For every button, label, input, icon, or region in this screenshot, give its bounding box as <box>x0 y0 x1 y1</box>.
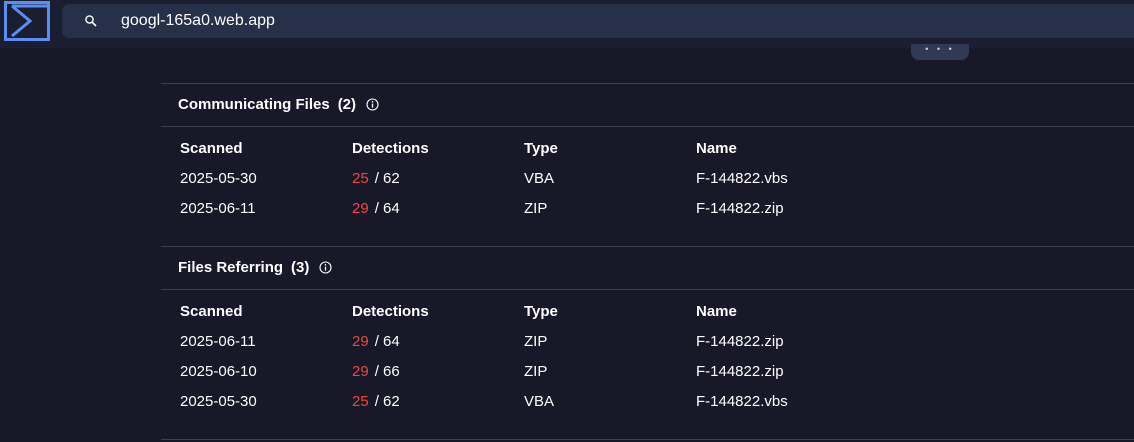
scanned-date: 2025-06-11 <box>180 199 256 217</box>
sigma-logo-icon[interactable] <box>4 1 50 41</box>
table-row[interactable]: 2025-05-30 25 / 62 VBA F-144822.vbs <box>180 386 996 416</box>
divider <box>161 126 1134 127</box>
detections: 29 / 64 <box>352 326 524 356</box>
file-type: ZIP <box>524 362 548 380</box>
column-header-scanned[interactable]: Scanned <box>180 296 352 326</box>
detections-positive: 29 <box>352 362 369 380</box>
detections-positive: 29 <box>352 199 369 217</box>
detections-positive: 25 <box>352 392 369 410</box>
column-header-type[interactable]: Type <box>524 296 696 326</box>
table-row[interactable]: 2025-06-11 29 / 64 ZIP F-144822.zip <box>180 326 996 356</box>
detections-positive: 25 <box>352 169 369 187</box>
scanned-date: 2025-05-30 <box>180 169 257 187</box>
column-header-scanned[interactable]: Scanned <box>180 133 352 163</box>
file-name-link[interactable]: F-144822.vbs <box>696 163 996 193</box>
scanned-date: 2025-06-11 <box>180 332 256 350</box>
column-header-name[interactable]: Name <box>696 133 996 163</box>
section-count: (3) <box>291 259 310 276</box>
scanned-date: 2025-05-30 <box>180 392 257 410</box>
column-header-detections[interactable]: Detections <box>352 296 524 326</box>
file-name-link[interactable]: F-144822.vbs <box>696 386 996 416</box>
column-header-detections[interactable]: Detections <box>352 133 524 163</box>
section-title-text: Communicating Files <box>178 96 330 113</box>
file-type: ZIP <box>524 199 548 217</box>
file-type: VBA <box>524 392 555 410</box>
communicating-files-table: Scanned Detections Type Name 2025-05-30 … <box>180 133 996 223</box>
search-icon <box>85 15 97 27</box>
file-name-link[interactable]: F-144822.zip <box>696 326 996 356</box>
column-header-type[interactable]: Type <box>524 133 696 163</box>
section-title-text: Files Referring <box>178 259 284 276</box>
table-header-row: Scanned Detections Type Name <box>180 296 996 326</box>
file-name-link[interactable]: F-144822.zip <box>696 193 996 223</box>
top-bar: googl-165a0.web.app <box>0 0 1134 48</box>
file-type: ZIP <box>524 332 548 350</box>
table-header-row: Scanned Detections Type Name <box>180 133 996 163</box>
detections-total: / 62 <box>374 169 400 187</box>
detections: 25 / 62 <box>352 163 524 193</box>
info-icon[interactable] <box>319 261 332 274</box>
detections: 29 / 64 <box>352 193 524 223</box>
table-row[interactable]: 2025-05-30 25 / 62 VBA F-144822.vbs <box>180 163 996 193</box>
divider <box>161 439 1134 440</box>
section-title: Communicating Files (2) <box>178 96 379 113</box>
column-header-name[interactable]: Name <box>696 296 996 326</box>
files-referring-table: Scanned Detections Type Name 2025-06-11 … <box>180 296 996 416</box>
section-title: Files Referring (3) <box>178 259 332 276</box>
search-input[interactable]: googl-165a0.web.app <box>62 4 1134 38</box>
detections-total: / 64 <box>374 199 400 217</box>
table-row[interactable]: 2025-06-11 29 / 64 ZIP F-144822.zip <box>180 193 996 223</box>
divider <box>161 289 1134 290</box>
search-value: googl-165a0.web.app <box>121 12 275 29</box>
detections-positive: 29 <box>352 332 369 350</box>
divider <box>161 246 1134 247</box>
detections: 29 / 66 <box>352 356 524 386</box>
detections-total: / 64 <box>374 332 400 350</box>
detections-total: / 62 <box>374 392 400 410</box>
table-row[interactable]: 2025-06-10 29 / 66 ZIP F-144822.zip <box>180 356 996 386</box>
detections: 25 / 62 <box>352 386 524 416</box>
scanned-date: 2025-06-10 <box>180 362 257 380</box>
section-count: (2) <box>337 96 357 113</box>
file-type: VBA <box>524 169 555 187</box>
divider <box>161 83 1134 84</box>
detections-total: / 66 <box>374 362 400 380</box>
info-icon[interactable] <box>366 98 379 111</box>
file-name-link[interactable]: F-144822.zip <box>696 356 996 386</box>
more-options-button[interactable]: • • • <box>911 44 969 60</box>
